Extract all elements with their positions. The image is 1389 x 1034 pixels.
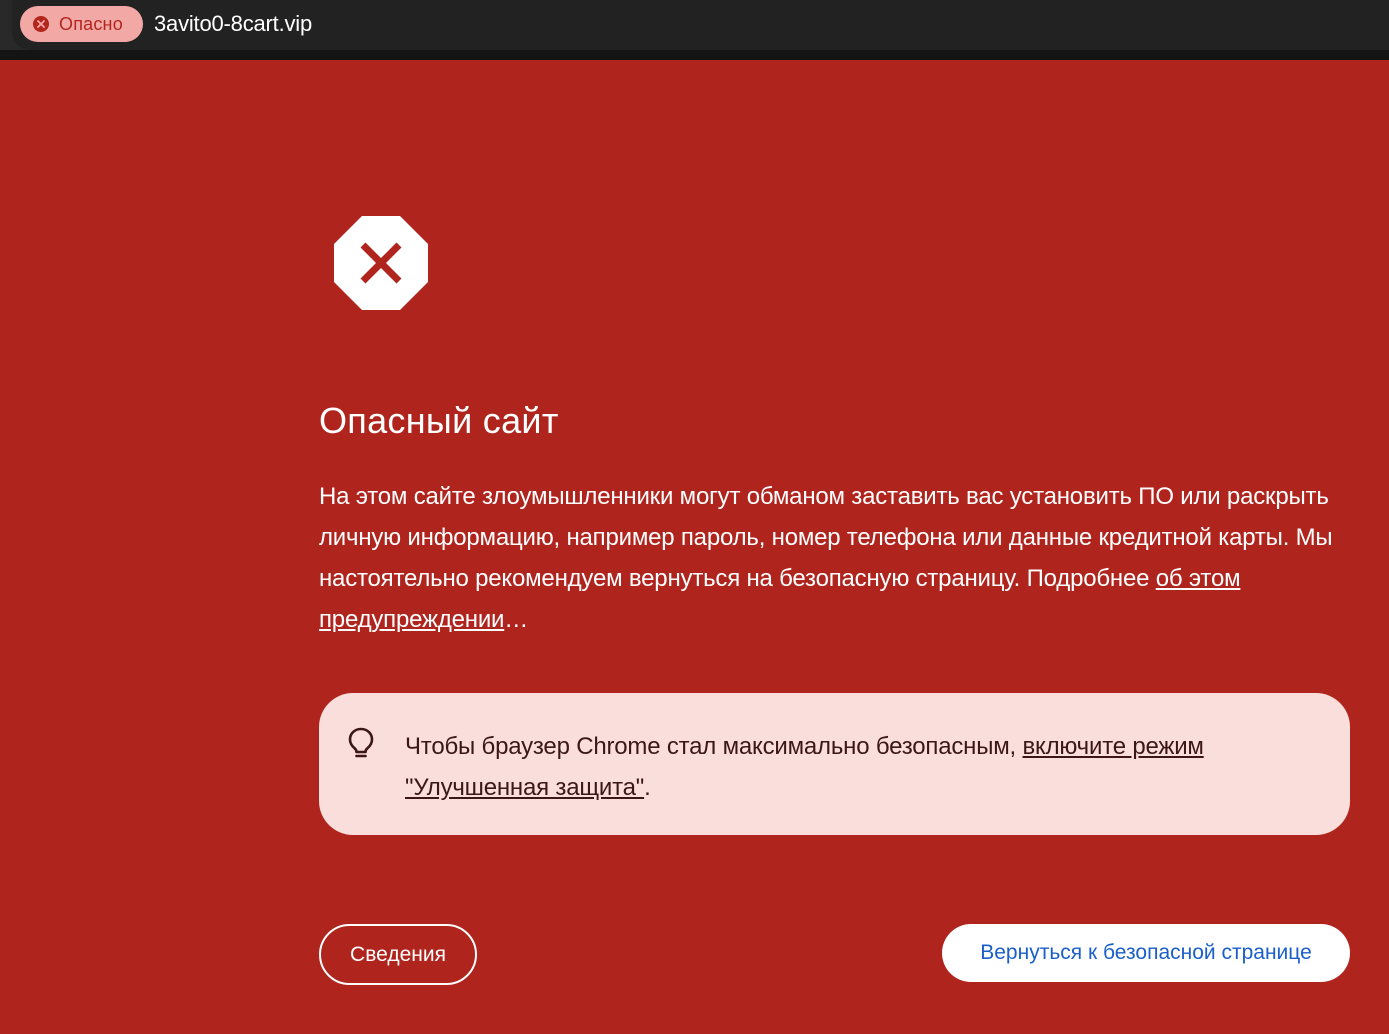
address-bar[interactable]: Опасно 3avito0-8cart.vip: [12, 0, 1389, 50]
tip-suffix: .: [644, 774, 651, 801]
page-title: Опасный сайт: [319, 400, 559, 441]
tip-message: Чтобы браузер Chrome стал максимально бе…: [405, 733, 1023, 760]
tip-text: Чтобы браузер Chrome стал максимально бе…: [405, 726, 1305, 808]
browser-toolbar: Опасно 3avito0-8cart.vip: [0, 0, 1389, 50]
warning-description: На этом сайте злоумышленники могут обман…: [319, 476, 1359, 640]
url-text[interactable]: 3avito0-8cart.vip: [154, 11, 312, 37]
stop-x-icon: [334, 216, 428, 310]
details-button[interactable]: Сведения: [319, 924, 477, 985]
security-status-label: Опасно: [59, 13, 123, 34]
toolbar-divider: [0, 50, 1389, 60]
lightbulb-icon: [348, 727, 374, 758]
error-circle-icon: [33, 16, 49, 32]
enhanced-protection-tip: Чтобы браузер Chrome стал максимально бе…: [319, 693, 1350, 835]
back-to-safety-button[interactable]: Вернуться к безопасной странице: [942, 924, 1350, 982]
warning-suffix: …: [504, 606, 529, 633]
security-status-chip[interactable]: Опасно: [20, 6, 143, 42]
